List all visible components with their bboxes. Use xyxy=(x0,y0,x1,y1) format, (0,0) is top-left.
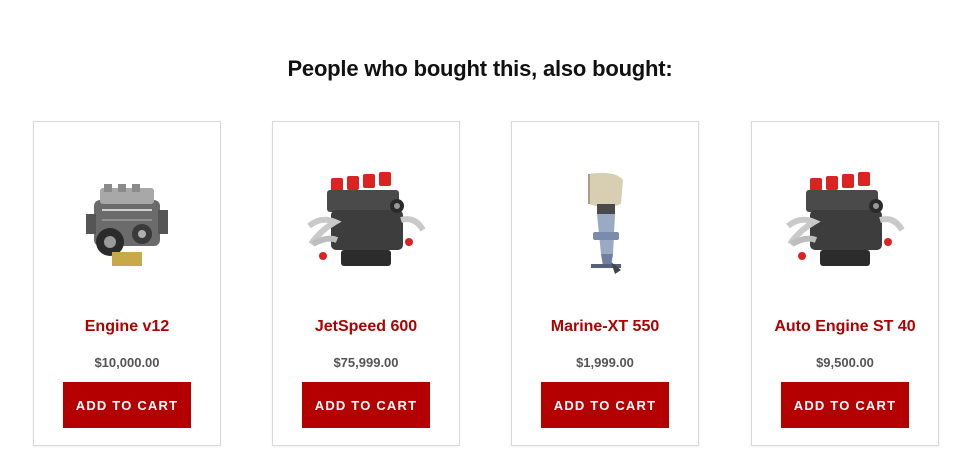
product-name-link[interactable]: JetSpeed 600 xyxy=(273,318,459,336)
product-card: Engine v12 $10,000.00 ADD TO CART xyxy=(33,121,221,446)
add-to-cart-button[interactable]: ADD TO CART xyxy=(63,382,191,428)
product-price: $9,500.00 xyxy=(816,355,874,370)
product-price: $10,000.00 xyxy=(94,355,160,370)
product-name-link[interactable]: Marine-XT 550 xyxy=(512,318,698,336)
product-name-link[interactable]: Auto Engine ST 40 xyxy=(752,318,938,336)
add-to-cart-button[interactable]: ADD TO CART xyxy=(541,382,669,428)
section-title: People who bought this, also bought: xyxy=(287,56,673,82)
v8-engine-icon xyxy=(307,172,426,266)
outboard-motor-icon xyxy=(588,172,623,274)
product-grid: Engine v12 $10,000.00 ADD TO CART JetSpe… xyxy=(33,121,940,446)
product-price: $75,999.00 xyxy=(333,355,399,370)
product-card: Marine-XT 550 $1,999.00 ADD TO CART xyxy=(511,121,699,446)
product-card: JetSpeed 600 $75,999.00 ADD TO CART xyxy=(272,121,460,446)
product-image[interactable] xyxy=(530,150,680,300)
product-name-link[interactable]: Engine v12 xyxy=(34,318,220,336)
product-price: $1,999.00 xyxy=(576,355,634,370)
product-image[interactable] xyxy=(770,150,920,300)
product-image[interactable] xyxy=(52,150,202,300)
product-card: Auto Engine ST 40 $9,500.00 ADD TO CART xyxy=(751,121,939,446)
product-image[interactable] xyxy=(291,150,441,300)
add-to-cart-button[interactable]: ADD TO CART xyxy=(781,382,909,428)
add-to-cart-button[interactable]: ADD TO CART xyxy=(302,382,430,428)
v8-engine-icon xyxy=(786,172,905,266)
car-engine-icon xyxy=(86,184,168,266)
